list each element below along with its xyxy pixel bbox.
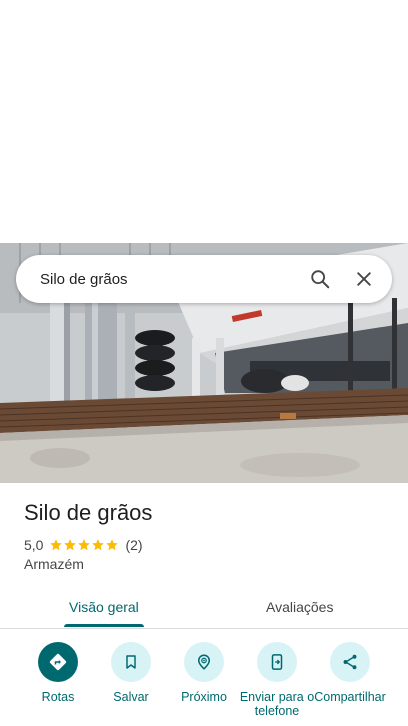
star-icon <box>92 539 105 551</box>
active-tab-indicator <box>64 624 144 627</box>
search-query[interactable]: Silo de grãos <box>40 271 298 288</box>
share-icon <box>330 642 370 682</box>
send-to-phone-button[interactable]: Enviar para o telefone <box>237 640 317 718</box>
place-title: Silo de grãos <box>24 500 153 525</box>
place-category: Armazém <box>24 556 84 572</box>
directions-icon <box>38 642 78 682</box>
search-bar[interactable]: Silo de grãos <box>16 255 392 303</box>
star-icon <box>78 539 91 551</box>
directions-button[interactable]: Rotas <box>18 640 98 704</box>
share-button[interactable]: Compartilhar <box>310 640 390 704</box>
nearby-label: Próximo <box>181 690 227 704</box>
nearby-button[interactable]: Próximo <box>164 640 244 704</box>
send-to-phone-icon <box>257 642 297 682</box>
star-icon <box>106 539 119 551</box>
tab-reviews[interactable]: Avaliações <box>266 586 333 628</box>
send-to-phone-label: Enviar para o telefone <box>239 690 315 718</box>
save-label: Salvar <box>113 690 149 704</box>
rating-value: 5,0 <box>24 537 44 553</box>
close-icon[interactable] <box>342 257 386 301</box>
tab-overview[interactable]: Visão geral <box>69 586 139 628</box>
save-button[interactable]: Salvar <box>91 640 171 704</box>
share-label: Compartilhar <box>314 690 386 704</box>
tab-bar: Visão geral Avaliações <box>0 586 408 629</box>
star-icon <box>50 539 63 551</box>
directions-label: Rotas <box>41 690 75 704</box>
star-icon <box>64 539 77 551</box>
bookmark-icon <box>111 642 151 682</box>
search-icon[interactable] <box>298 257 342 301</box>
action-bar: Rotas Salvar Próximo Enviar para o telef… <box>0 640 408 726</box>
nearby-icon <box>184 642 224 682</box>
rating-row[interactable]: 5,0 (2) <box>24 536 143 554</box>
rating-stars <box>49 538 119 552</box>
map-area[interactable] <box>0 0 408 243</box>
review-count[interactable]: (2) <box>125 537 142 553</box>
